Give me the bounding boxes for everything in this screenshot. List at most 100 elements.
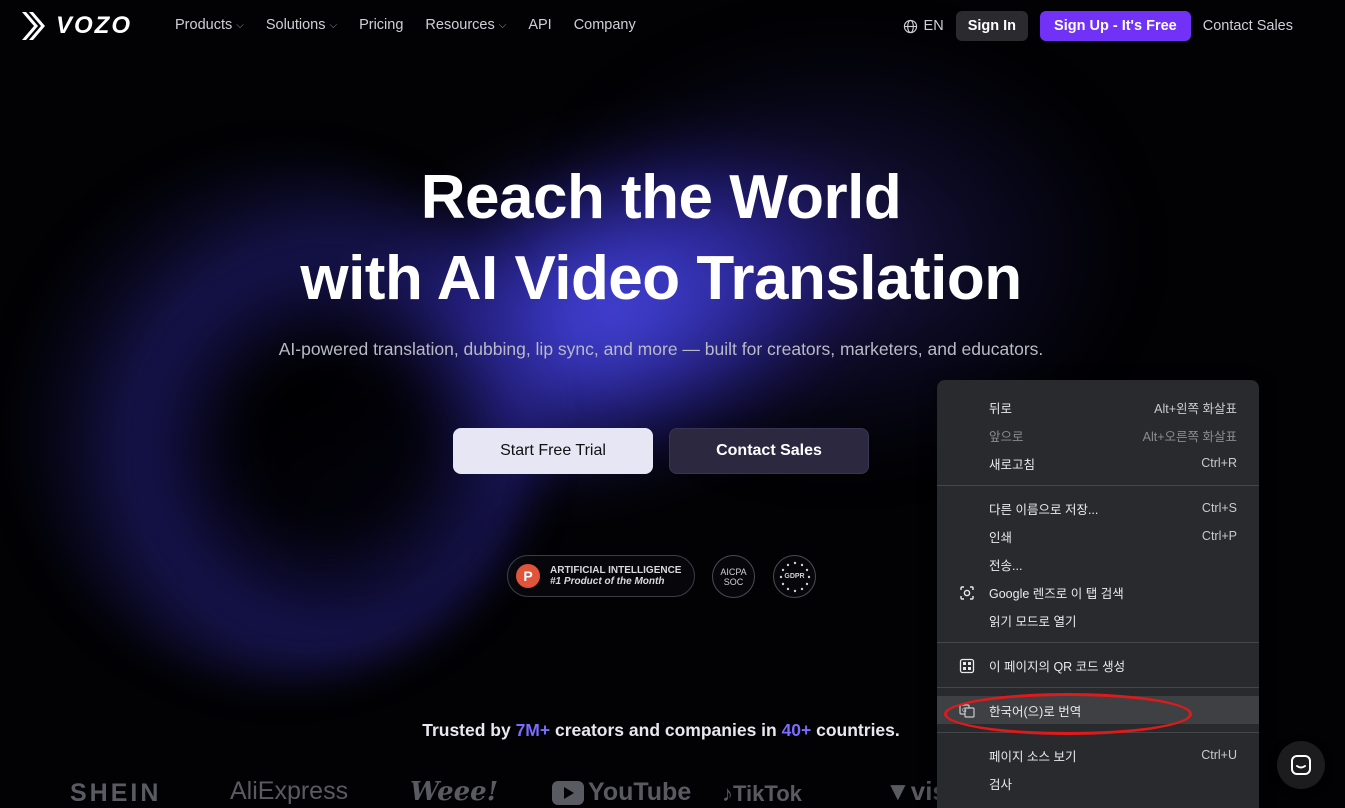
- brand-logo-weee: Weee!: [410, 777, 499, 807]
- hero-subtitle: AI-powered translation, dubbing, lip syn…: [278, 339, 1044, 359]
- ctx-shortcut: Alt+왼쪽 화살표: [1154, 401, 1237, 416]
- globe-icon: [903, 19, 917, 33]
- trusted-users: 7M+: [515, 720, 551, 740]
- ctx-separator: [937, 732, 1259, 733]
- badge-line: #1 Product of the Month: [550, 576, 665, 587]
- ctx-shortcut: Ctrl+U: [1201, 748, 1237, 762]
- chevron-down-icon: ⌵: [329, 19, 338, 31]
- ctx-label: 다른 이름으로 저장...: [989, 502, 1099, 517]
- ctx-google-lens[interactable]: Google 렌즈로 이 탭 검색: [937, 578, 1259, 606]
- chevron-down-icon: ⌵: [498, 19, 507, 31]
- trusted-prefix: Trusted by: [422, 720, 516, 740]
- trusted-countries: 40+: [781, 720, 812, 740]
- ctx-separator: [937, 485, 1259, 486]
- ctx-print[interactable]: 인쇄 Ctrl+P: [937, 522, 1259, 550]
- ctx-shortcut: Ctrl+P: [1201, 529, 1237, 543]
- menu-label: Company: [573, 17, 636, 33]
- language-selector[interactable]: EN: [903, 18, 944, 34]
- svg-text:G: G: [962, 707, 967, 714]
- context-menu: 뒤로 Alt+왼쪽 화살표 앞으로 Alt+오른쪽 화살표 새로고침 Ctrl+…: [937, 380, 1259, 808]
- ctx-shortcut: Ctrl+S: [1201, 501, 1237, 515]
- brand-name: YouTube: [588, 778, 692, 806]
- menu-resources[interactable]: Resources ⌵: [425, 17, 506, 33]
- menu-products[interactable]: Products ⌵: [175, 17, 244, 33]
- product-hunt-badge[interactable]: P ARTIFICIAL INTELLIGENCE #1 Product of …: [507, 555, 695, 597]
- logo-text: VOZO: [56, 12, 133, 39]
- menu-label: Solutions: [265, 17, 326, 33]
- ctx-label: 읽기 모드로 열기: [989, 614, 1077, 629]
- product-hunt-icon: P: [516, 564, 540, 588]
- background-glow: [230, 380, 490, 580]
- page: VOZO Products ⌵ Solutions ⌵ Pricing Resour…: [0, 0, 1345, 808]
- badge-line: AICPA: [720, 566, 747, 577]
- ctx-label: 새로고침: [989, 457, 1036, 472]
- logo[interactable]: VOZO: [20, 10, 132, 42]
- ctx-separator: [937, 642, 1259, 643]
- menu-label: Products: [175, 17, 233, 33]
- ctx-label: 페이지 소스 보기: [989, 749, 1077, 764]
- ctx-separator: [937, 687, 1259, 688]
- chat-icon: [1291, 755, 1311, 775]
- menu-label: Resources: [425, 17, 495, 33]
- ctx-label: 전송...: [989, 558, 1023, 573]
- main-menu: Products ⌵ Solutions ⌵ Pricing Resources ⌵ …: [175, 17, 636, 33]
- ctx-shortcut: Alt+오른쪽 화살표: [1142, 429, 1237, 444]
- hero-title-line2: with AI Video Translation: [300, 244, 1022, 313]
- brand-logo-youtube: YouTube: [552, 778, 691, 807]
- logo-mark-icon: [22, 12, 45, 40]
- ctx-label: 이 페이지의 QR 코드 생성: [989, 659, 1126, 674]
- brand-logo-shein: SHEIN: [70, 779, 162, 807]
- hero-title-line1: Reach the World: [420, 163, 902, 232]
- ctx-label: 인쇄: [989, 530, 1013, 545]
- ctx-back[interactable]: 뒤로 Alt+왼쪽 화살표: [937, 393, 1259, 421]
- menu-api[interactable]: API: [528, 17, 551, 33]
- brand-name: TikTok: [733, 781, 802, 806]
- nav-actions: EN Sign In Sign Up - It's Free Contact S…: [903, 11, 1293, 41]
- sign-in-button[interactable]: Sign In: [955, 11, 1029, 41]
- ctx-qr-code[interactable]: 이 페이지의 QR 코드 생성: [937, 651, 1259, 679]
- aicpa-soc-badge: AICPA SOC: [712, 555, 755, 598]
- chevron-down-icon: ⌵: [236, 19, 244, 31]
- ctx-view-source[interactable]: 페이지 소스 보기 Ctrl+U: [937, 741, 1259, 769]
- ctx-label: 검사: [989, 777, 1013, 792]
- menu-label: API: [528, 17, 552, 33]
- translate-icon: G: [959, 704, 975, 718]
- language-label: EN: [923, 18, 944, 34]
- gdpr-badge: GDPR: [773, 555, 816, 598]
- gdpr-stars-icon: [779, 561, 811, 593]
- ctx-translate[interactable]: G 한국어(으)로 번역: [937, 696, 1259, 724]
- ctx-shortcut: Ctrl+R: [1201, 456, 1237, 470]
- ctx-label: 앞으로: [989, 429, 1024, 444]
- product-hunt-text: ARTIFICIAL INTELLIGENCE #1 Product of th…: [550, 565, 681, 587]
- ctx-reload[interactable]: 새로고침 Ctrl+R: [937, 449, 1259, 477]
- sign-up-button[interactable]: Sign Up - It's Free: [1040, 11, 1191, 41]
- menu-company[interactable]: Company: [574, 17, 636, 33]
- ctx-forward: 앞으로 Alt+오른쪽 화살표: [937, 421, 1259, 449]
- menu-solutions[interactable]: Solutions ⌵: [266, 17, 337, 33]
- ctx-label: 한국어(으)로 번역: [989, 704, 1082, 719]
- start-free-trial-button[interactable]: Start Free Trial: [453, 428, 653, 474]
- ctx-label: 뒤로: [989, 401, 1013, 416]
- qr-code-icon: [959, 658, 975, 674]
- top-nav: VOZO Products ⌵ Solutions ⌵ Pricing Resour…: [0, 0, 1345, 52]
- contact-sales-button[interactable]: Contact Sales: [669, 428, 869, 474]
- tiktok-note-icon: ♪: [722, 781, 733, 806]
- badge-line: SOC: [723, 576, 744, 587]
- ctx-inspect[interactable]: 검사: [937, 769, 1259, 797]
- menu-label: Pricing: [359, 17, 404, 33]
- ctx-label: Google 렌즈로 이 탭 검색: [989, 586, 1124, 601]
- youtube-play-icon: [552, 780, 584, 805]
- contact-sales-link[interactable]: Contact Sales: [1203, 18, 1293, 34]
- ctx-save-as[interactable]: 다른 이름으로 저장... Ctrl+S: [937, 494, 1259, 522]
- brand-logo-tiktok: ♪TikTok: [722, 781, 802, 807]
- badge-line: ARTIFICIAL INTELLIGENCE: [550, 565, 682, 576]
- chat-widget-button[interactable]: [1277, 741, 1325, 789]
- trusted-suffix: countries.: [811, 720, 900, 740]
- lens-icon: [960, 586, 974, 600]
- ctx-cast[interactable]: 전송...: [937, 550, 1259, 578]
- menu-pricing[interactable]: Pricing: [359, 17, 403, 33]
- trusted-middle: creators and companies in: [550, 720, 782, 740]
- ctx-reading-mode[interactable]: 읽기 모드로 열기: [937, 606, 1259, 634]
- v-mark-icon: ▼: [885, 776, 911, 806]
- brand-logo-aliexpress: AliExpress: [230, 777, 349, 805]
